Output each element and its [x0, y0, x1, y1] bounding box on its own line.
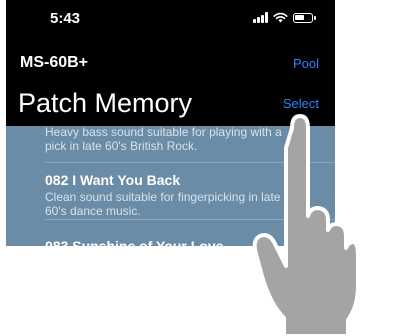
- wifi-icon: [273, 12, 288, 23]
- cellular-signal-icon: [253, 12, 268, 23]
- status-time: 5:43: [50, 10, 81, 27]
- pool-button[interactable]: Pool: [293, 56, 319, 71]
- device-title: MS-60B+: [20, 54, 89, 71]
- pointing-hand-icon: [252, 114, 358, 336]
- battery-icon: [293, 12, 316, 23]
- page-title: Patch Memory: [18, 88, 193, 118]
- status-bar: 5:43: [6, 0, 335, 44]
- nav-bar: MS-60B+ Pool: [6, 50, 335, 76]
- status-icons: [253, 12, 316, 23]
